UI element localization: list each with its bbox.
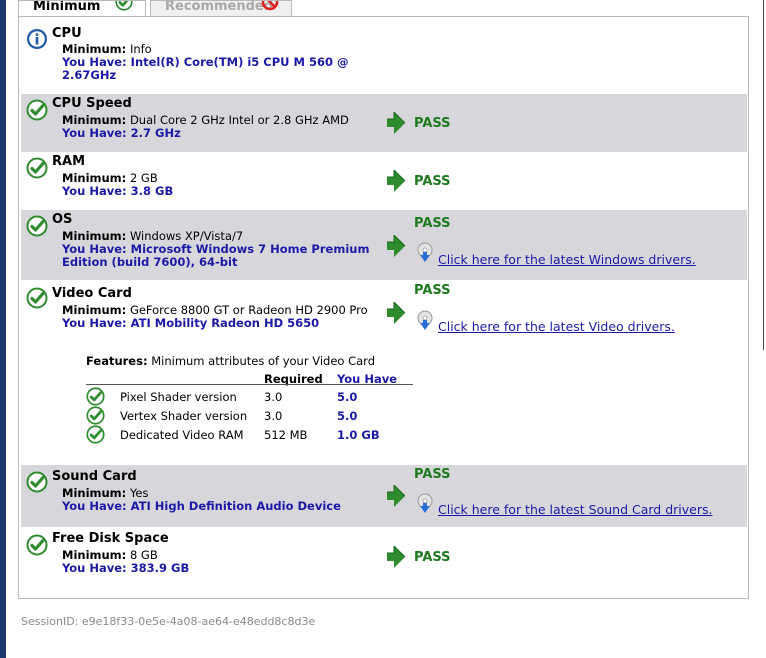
tab-recommended-label: Recommended	[165, 0, 274, 14]
you-have-text: You Have: Intel(R) Core(TM) i5 CPU M 560…	[62, 55, 349, 82]
feature-you-have: 5.0	[337, 409, 358, 423]
arrow-right-icon	[387, 235, 405, 257]
you-have-text: You Have: 3.8 GB	[62, 184, 174, 198]
requirement-title: OS	[52, 212, 73, 227]
minimum-text: Minimum: GeForce 8800 GT or Radeon HD 29…	[62, 303, 368, 317]
requirement-title: CPU	[52, 26, 82, 41]
feature-name: Pixel Shader version	[120, 390, 237, 404]
requirement-row-os: OS Minimum: Windows XP/Vista/7 You Have:…	[21, 210, 747, 280]
driver-download-icon[interactable]	[416, 242, 434, 264]
you-have-text: You Have: ATI Mobility Radeon HD 5650	[62, 316, 320, 330]
requirement-row-sound-card: Sound Card Minimum: Yes You Have: ATI Hi…	[21, 465, 747, 527]
you-have-text: You Have: ATI High Definition Audio Devi…	[62, 499, 341, 513]
info-icon	[26, 28, 48, 50]
feature-required: 3.0	[264, 390, 283, 404]
arrow-right-icon	[387, 112, 405, 134]
feature-you-have: 1.0 GB	[337, 428, 380, 442]
feature-required: 3.0	[264, 409, 283, 423]
pass-label: PASS	[414, 216, 451, 231]
arrow-right-icon	[387, 546, 405, 568]
driver-download-icon[interactable]	[416, 493, 434, 515]
pass-label: PASS	[414, 550, 451, 565]
windows-drivers-link[interactable]: Click here for the latest Windows driver…	[438, 252, 696, 267]
you-have-text: You Have: 2.7 GHz	[62, 126, 181, 140]
feature-required: 512 MB	[264, 428, 308, 442]
left-frame-bar	[0, 0, 6, 658]
requirement-title: CPU Speed	[52, 96, 132, 111]
feature-name: Dedicated Video RAM	[120, 428, 244, 442]
check-icon	[26, 99, 48, 121]
check-icon	[26, 534, 48, 556]
driver-download-icon[interactable]	[416, 310, 434, 332]
requirement-title: Free Disk Space	[52, 531, 169, 546]
requirement-title: Video Card	[52, 286, 132, 301]
requirement-title: RAM	[52, 154, 86, 169]
arrow-right-icon	[387, 485, 405, 507]
feature-you-have: 5.0	[337, 390, 358, 404]
feature-row: Pixel Shader version 3.0 5.0	[86, 390, 426, 408]
video-drivers-link[interactable]: Click here for the latest Video drivers.	[438, 319, 675, 334]
requirement-row-cpu: CPU Minimum: Info You Have: Intel(R) Cor…	[21, 24, 747, 88]
features-heading: Features: Minimum attributes of your Vid…	[86, 354, 376, 368]
check-icon	[26, 287, 48, 309]
minimum-text: Minimum: Windows XP/Vista/7	[62, 229, 244, 243]
pass-label: PASS	[414, 283, 451, 298]
no-icon	[261, 0, 279, 11]
tab-minimum-label: Minimum	[33, 0, 101, 14]
feature-row: Vertex Shader version 3.0 5.0	[86, 409, 426, 427]
minimum-text: Minimum: 2 GB	[62, 171, 158, 185]
check-icon	[26, 471, 48, 493]
minimum-text: Minimum: 8 GB	[62, 548, 158, 562]
check-icon	[115, 0, 133, 11]
arrow-right-icon	[387, 170, 405, 192]
check-icon	[86, 387, 105, 406]
requirement-title: Sound Card	[52, 469, 137, 484]
sound-card-drivers-link[interactable]: Click here for the latest Sound Card dri…	[438, 502, 712, 517]
you-have-text: You Have: Microsoft Windows 7 Home Premi…	[62, 242, 370, 269]
feature-row: Dedicated Video RAM 512 MB 1.0 GB	[86, 428, 426, 446]
tab-minimum[interactable]: Minimum	[18, 0, 146, 17]
minimum-text: Minimum: Yes	[62, 486, 149, 500]
pass-label: PASS	[414, 116, 451, 131]
tab-recommended[interactable]: Recommended	[150, 0, 292, 16]
requirement-row-free-disk-space: Free Disk Space Minimum: 8 GB You Have: …	[21, 529, 747, 587]
minimum-text: Minimum: Dual Core 2 GHz Intel or 2.8 GH…	[62, 113, 349, 127]
pass-label: PASS	[414, 467, 451, 482]
requirement-row-ram: RAM Minimum: 2 GB You Have: 3.8 GB PASS	[21, 152, 747, 208]
minimum-text: Minimum: Info	[62, 42, 152, 56]
check-icon	[26, 215, 48, 237]
right-frame-line	[763, 0, 764, 350]
pass-label: PASS	[414, 174, 451, 189]
check-icon	[26, 157, 48, 179]
check-icon	[86, 425, 105, 444]
requirement-row-cpu-speed: CPU Speed Minimum: Dual Core 2 GHz Intel…	[21, 94, 747, 152]
features-divider	[86, 384, 413, 385]
arrow-right-icon	[387, 302, 405, 324]
check-icon	[86, 406, 105, 425]
you-have-text: You Have: 383.9 GB	[62, 561, 190, 575]
feature-name: Vertex Shader version	[120, 409, 248, 423]
session-id: SessionID: e9e18f33-0e5e-4a08-ae64-e48ed…	[21, 615, 316, 628]
